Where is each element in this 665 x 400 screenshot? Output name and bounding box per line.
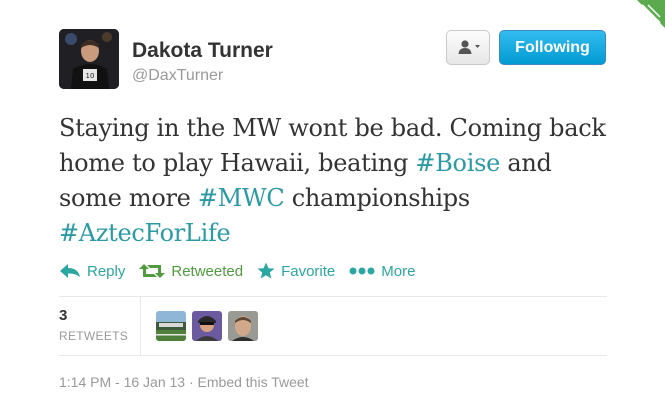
user-menu-icon: [458, 40, 480, 54]
username[interactable]: @DaxTurner: [132, 67, 223, 85]
retweeted-button[interactable]: Retweeted: [139, 263, 243, 280]
hashtag-link[interactable]: #MWC: [198, 184, 285, 212]
stats-separator: [140, 297, 141, 355]
user-menu-button[interactable]: [446, 30, 490, 65]
retweet-icon: [139, 264, 166, 278]
reply-label: Reply: [87, 262, 126, 280]
tweet-footer: 1:14 PM - 16 Jan 13 · Embed this Tweet: [59, 374, 309, 390]
svg-text:10: 10: [86, 72, 95, 80]
retweet-count-label[interactable]: RETWEETS: [59, 329, 128, 343]
more-label: More: [381, 262, 416, 280]
display-name[interactable]: Dakota Turner: [132, 39, 273, 63]
tweet-actions: Reply Retweeted Favorite More: [59, 259, 429, 283]
favorite-button[interactable]: Favorite: [257, 262, 335, 280]
retweet-count[interactable]: 3: [59, 307, 67, 324]
tweet-stats: 3 RETWEETS: [59, 297, 607, 355]
tweet-timestamp[interactable]: 1:14 PM - 16 Jan 13: [59, 374, 185, 390]
reply-button[interactable]: Reply: [59, 263, 125, 280]
hashtag-link[interactable]: #Boise: [415, 149, 500, 177]
divider-bottom: [59, 355, 607, 356]
reply-icon: [60, 264, 80, 278]
retweeter-avatar[interactable]: [228, 311, 258, 341]
retweeter-avatar[interactable]: [192, 311, 222, 341]
avatar[interactable]: 10: [59, 29, 119, 89]
more-dots-icon: [349, 267, 375, 275]
retweeted-label: Retweeted: [171, 262, 244, 280]
embed-tweet-link[interactable]: Embed this Tweet: [198, 374, 309, 390]
retweeter-avatars: [156, 311, 264, 341]
hashtag-link[interactable]: #AztecForLife: [59, 219, 231, 247]
corner-fold-icon: [641, 4, 661, 24]
favorite-label: Favorite: [281, 262, 336, 280]
retweeter-avatar[interactable]: [156, 311, 186, 341]
tweet-header: 10 Dakota Turner @DaxTurner Following: [59, 29, 607, 91]
retweeter-avatar-image: [156, 311, 186, 341]
star-icon: [257, 262, 275, 279]
more-button[interactable]: More: [349, 263, 415, 280]
tweet-text: Staying in the MW wont be bad. Coming ba…: [59, 111, 619, 251]
avatar-image: 10: [59, 29, 119, 89]
footer-separator: ·: [185, 374, 198, 390]
following-button[interactable]: Following: [499, 30, 606, 65]
retweeter-avatar-image: [192, 311, 222, 341]
tweet-text-segment: championships: [284, 184, 470, 212]
retweeter-avatar-image: [228, 311, 258, 341]
